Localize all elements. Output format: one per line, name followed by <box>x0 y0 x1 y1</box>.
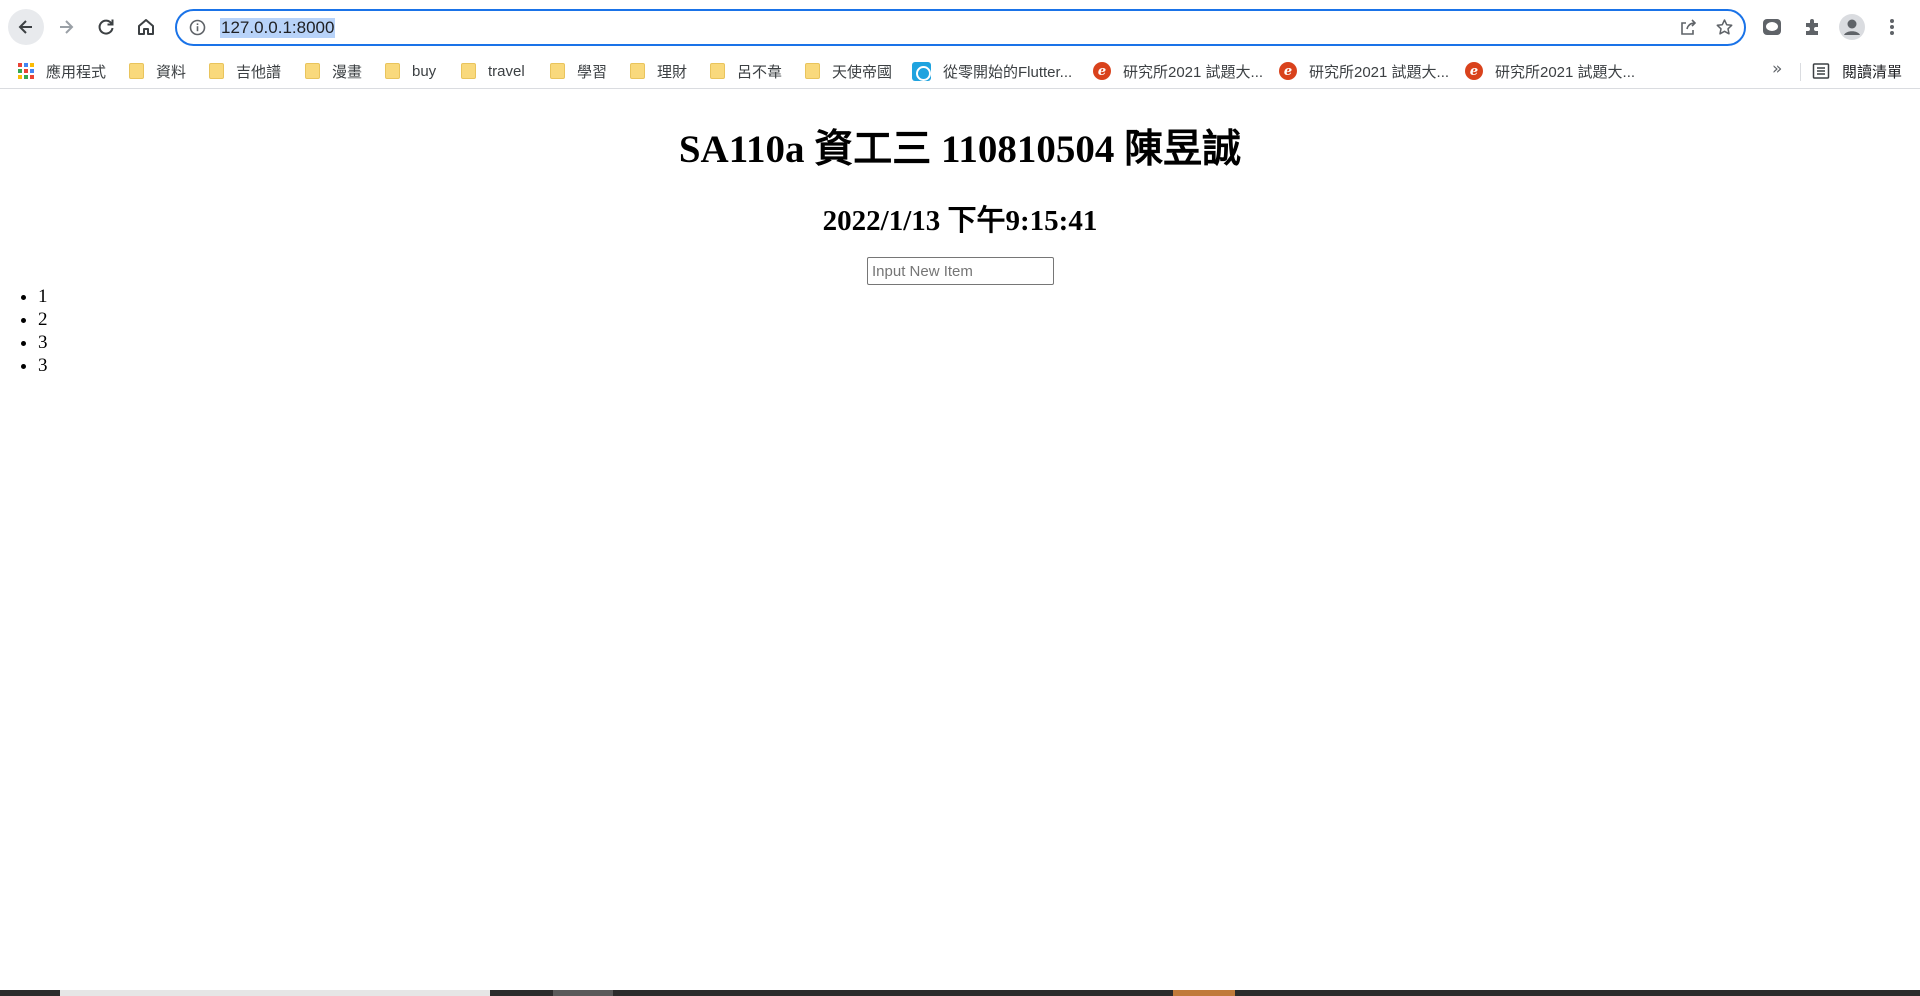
page-content: SA110a 資工三 110810504 陳昱誠 2022/1/13 下午9:1… <box>0 90 1920 986</box>
bookmark-flutter[interactable]: 從零開始的Flutter... <box>912 59 1072 83</box>
reload-button[interactable] <box>88 9 124 45</box>
bookmark-folder[interactable]: 理財 <box>630 59 687 83</box>
bookmark-star-icon[interactable] <box>1715 18 1734 41</box>
more-bookmarks-button[interactable]: » <box>1772 59 1782 79</box>
bookmark-label: 漫畫 <box>332 63 363 81</box>
list-item: 2 <box>38 308 48 331</box>
taskbar-strip <box>0 990 1920 996</box>
bookmark-folder[interactable]: 天使帝國 <box>805 59 892 83</box>
folder-icon <box>550 63 565 79</box>
exam-site-icon: e <box>1093 62 1111 80</box>
taskbar-segment <box>60 990 490 996</box>
page-title: SA110a 資工三 110810504 陳昱誠 <box>678 128 1242 171</box>
folder-icon <box>385 63 400 79</box>
bookmark-folder[interactable]: 吉他譜 <box>209 59 281 83</box>
arrow-right-icon <box>60 20 74 34</box>
reading-list-icon <box>1812 63 1830 79</box>
folder-icon <box>209 63 224 79</box>
bookmark-label: 從零開始的Flutter... <box>943 63 1073 81</box>
folder-icon <box>805 63 820 79</box>
clock-display: 2022/1/13 下午9:15:41 <box>822 205 1098 237</box>
reading-list-button[interactable]: 閱讀清單 <box>1812 59 1902 83</box>
exam-site-icon: e <box>1465 62 1483 80</box>
bookmark-folder[interactable]: 學習 <box>550 59 607 83</box>
bookmark-label: 學習 <box>577 63 608 81</box>
apps-icon <box>18 63 34 79</box>
bookmark-exam-1[interactable]: e 研究所2021 試題大... <box>1093 59 1263 83</box>
bookmark-label: travel <box>488 62 525 80</box>
bookmark-label: 天使帝國 <box>832 63 893 81</box>
forward-button[interactable] <box>48 9 84 45</box>
bookmark-folder[interactable]: 呂不韋 <box>710 59 782 83</box>
bookmark-label: 研究所2021 試題大... <box>1123 63 1264 81</box>
browser-menu-icon[interactable] <box>1877 12 1907 42</box>
bookmarks-divider <box>1800 63 1801 81</box>
share-icon[interactable] <box>1679 18 1698 41</box>
item-list: 1 2 3 3 <box>38 285 48 377</box>
flutter-site-icon <box>912 61 931 81</box>
folder-icon <box>129 63 144 79</box>
bookmark-label: 資料 <box>156 63 187 81</box>
list-item: 3 <box>38 331 48 354</box>
profile-avatar-icon[interactable] <box>1837 12 1867 42</box>
reading-list-label: 閱讀清單 <box>1842 63 1903 81</box>
folder-icon <box>305 63 320 79</box>
exam-site-icon: e <box>1279 62 1297 80</box>
bookmark-label: 理財 <box>657 63 688 81</box>
bookmark-folder[interactable]: 資料 <box>129 59 186 83</box>
site-info-icon[interactable] <box>189 19 206 40</box>
back-button[interactable] <box>8 9 44 45</box>
bookmark-label: 研究所2021 試題大... <box>1309 63 1450 81</box>
bookmark-label: 應用程式 <box>46 63 107 81</box>
list-item: 3 <box>38 354 48 377</box>
url-text[interactable]: 127.0.0.1:8000 <box>220 18 336 38</box>
bookmark-folder[interactable]: 漫畫 <box>305 59 362 83</box>
new-item-input[interactable] <box>867 257 1054 285</box>
reload-icon <box>98 19 114 35</box>
bookmark-apps[interactable]: 應用程式 <box>18 59 106 83</box>
bookmark-label: 呂不韋 <box>737 63 783 81</box>
address-bar[interactable]: 127.0.0.1:8000 <box>175 9 1746 46</box>
extensions-puzzle-icon[interactable] <box>1797 12 1827 42</box>
home-button[interactable] <box>128 9 164 45</box>
bookmark-exam-2[interactable]: e 研究所2021 試題大... <box>1279 59 1449 83</box>
line-extension-icon[interactable] <box>1757 12 1787 42</box>
folder-icon <box>710 63 725 79</box>
bookmark-label: 吉他譜 <box>236 63 282 81</box>
arrow-left-icon <box>18 20 32 34</box>
list-item: 1 <box>38 285 48 308</box>
folder-icon <box>461 63 476 79</box>
bookmark-folder[interactable]: travel <box>461 59 525 83</box>
bookmarks-bar: 應用程式 資料 吉他譜 漫畫 buy travel 學習 理財 呂不韋 天使帝國… <box>0 53 1920 89</box>
taskbar-segment <box>553 990 613 996</box>
bookmark-label: buy <box>412 62 437 80</box>
bookmark-label: 研究所2021 試題大... <box>1495 63 1636 81</box>
bookmark-exam-3[interactable]: e 研究所2021 試題大... <box>1465 59 1635 83</box>
browser-toolbar: 127.0.0.1:8000 <box>0 0 1920 53</box>
taskbar-segment <box>1173 990 1235 996</box>
home-icon <box>138 19 154 35</box>
bookmark-folder[interactable]: buy <box>385 59 436 83</box>
folder-icon <box>630 63 645 79</box>
